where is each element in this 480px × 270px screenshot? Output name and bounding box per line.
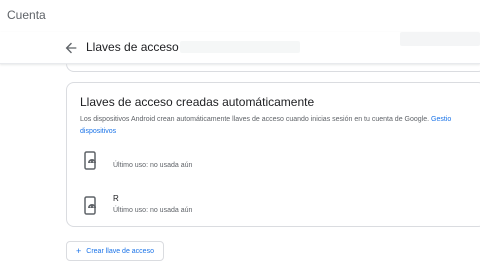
page-title: Llaves de acceso xyxy=(86,40,179,54)
page-header: Llaves de acceso xyxy=(0,32,480,64)
android-phone-icon xyxy=(82,196,100,216)
top-app-bar: Cuenta xyxy=(0,0,480,32)
section-title: Llaves de acceso creadas automáticamente xyxy=(80,95,315,109)
app-brand-label[interactable]: Cuenta xyxy=(7,8,46,22)
previous-card-edge xyxy=(66,64,480,72)
header-placeholder xyxy=(180,41,300,53)
back-arrow-icon[interactable] xyxy=(63,40,79,56)
list-item[interactable]: R Último uso: no usada aún xyxy=(82,194,462,224)
header-placeholder xyxy=(400,32,480,46)
last-used-text: Último uso: no usada aún xyxy=(113,207,193,214)
list-item[interactable]: Último uso: no usada aún xyxy=(82,149,462,179)
plus-icon: + xyxy=(76,245,82,256)
description-text: Los dispositivos Android crean automátic… xyxy=(80,116,430,123)
create-passkey-label: Crear llave de acceso xyxy=(86,247,154,255)
section-description: Los dispositivos Android crean automátic… xyxy=(80,114,480,138)
create-passkey-button[interactable]: + Crear llave de acceso xyxy=(66,241,164,261)
device-name: R xyxy=(113,194,119,203)
auto-passkeys-card: Llaves de acceso creadas automáticamente… xyxy=(66,82,480,227)
android-phone-icon xyxy=(82,151,100,171)
last-used-text: Último uso: no usada aún xyxy=(113,162,193,169)
